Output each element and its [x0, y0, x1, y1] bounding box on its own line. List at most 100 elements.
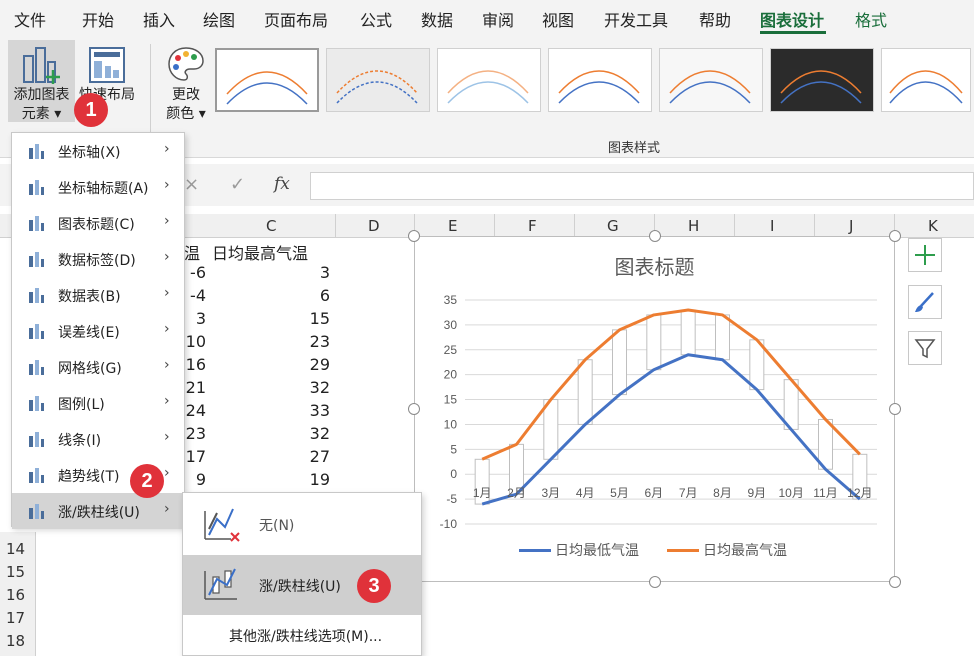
cell-high-temp[interactable]: 32 [280, 424, 330, 443]
tab-insert[interactable]: 插入 [143, 7, 175, 31]
tab-developer[interactable]: 开发工具 [604, 7, 668, 31]
chart-resize-handle[interactable] [889, 576, 901, 588]
chart-style-thumb-5[interactable] [659, 48, 763, 112]
menu-item-chart-title[interactable]: 图表标题(C) › [12, 205, 184, 241]
x-tick-label: 2月 [507, 486, 526, 500]
cell-high-temp[interactable]: 19 [280, 470, 330, 489]
chart-style-thumb-3[interactable] [437, 48, 541, 112]
change-colors-label-2: 颜色 ▾ [166, 106, 206, 122]
add-chart-element-button[interactable]: 添加图表 元素 ▾ [8, 40, 75, 122]
chart-resize-handle[interactable] [889, 403, 901, 415]
cell-high-temp[interactable]: 23 [280, 332, 330, 351]
row-header-17[interactable]: 17 [6, 609, 25, 627]
column-d-header[interactable]: D [368, 217, 380, 235]
tab-view[interactable]: 视图 [542, 7, 574, 31]
column-c-header[interactable]: C [266, 217, 276, 235]
menu-item-label: 网格线(G) [58, 361, 122, 377]
x-tick-label: 9月 [747, 486, 766, 500]
chart-resize-handle[interactable] [889, 230, 901, 242]
cell-high-temp[interactable]: 29 [280, 355, 330, 374]
up-down-bar [646, 314, 662, 371]
brush-icon [915, 292, 934, 312]
tab-help[interactable]: 帮助 [699, 7, 731, 31]
column-f-header[interactable]: F [528, 217, 537, 235]
row-header-18[interactable]: 18 [6, 632, 25, 650]
column-h-header[interactable]: H [688, 217, 699, 235]
menu-item-axis-titles[interactable]: 坐标轴标题(A) › [12, 169, 184, 205]
chart-style-preview-5 [669, 70, 751, 104]
tab-format[interactable]: 格式 [855, 7, 887, 31]
y-tick-label: -5 [446, 492, 457, 506]
row-header-14[interactable]: 14 [6, 540, 25, 558]
chart-style-thumb-6[interactable] [770, 48, 874, 112]
menu-item-error-bars[interactable]: 误差线(E) › [12, 313, 184, 349]
cell-high-temp[interactable]: 33 [280, 401, 330, 420]
menu-item-gridlines[interactable]: 网格线(G) › [12, 349, 184, 385]
tab-formulas[interactable]: 公式 [360, 7, 392, 31]
x-tick-label: 4月 [576, 486, 595, 500]
column-g-header[interactable]: G [607, 217, 619, 235]
column-j-header[interactable]: J [849, 217, 853, 235]
chart-styles-button[interactable] [908, 285, 942, 319]
chart-resize-handle[interactable] [649, 230, 661, 242]
change-colors-button[interactable]: 更改 颜色 ▾ [158, 40, 214, 122]
cell-high-temp[interactable]: 6 [280, 286, 330, 305]
y-tick-label: 35 [444, 293, 458, 307]
menu-bar: 文件 开始 插入 绘图 页面布局 公式 数据 审阅 视图 开发工具 帮助 图表设… [0, 0, 974, 38]
ribbon-separator [150, 44, 151, 144]
menu-item-lines[interactable]: 线条(I) › [12, 421, 184, 457]
legend-icon [29, 396, 44, 411]
formula-input[interactable] [310, 172, 974, 200]
submenu-item-none[interactable]: 无(N) [183, 493, 421, 555]
no-up-down-bars-icon [204, 508, 240, 542]
chart-filters-button[interactable] [908, 331, 942, 365]
chart-style-thumb-4[interactable] [548, 48, 652, 112]
row-header-16[interactable]: 16 [6, 586, 25, 604]
menu-item-legend[interactable]: 图例(L) › [12, 385, 184, 421]
chart-resize-handle[interactable] [408, 403, 420, 415]
cell-c1-header[interactable]: 日均最高气温 [212, 240, 308, 264]
chevron-right-icon: › [164, 393, 170, 409]
chart-elements-button[interactable] [908, 238, 942, 272]
tab-data[interactable]: 数据 [421, 7, 453, 31]
cancel-icon[interactable]: × [184, 174, 199, 195]
function-icon[interactable]: fx [274, 174, 290, 194]
cell-high-temp[interactable]: 3 [280, 263, 330, 282]
cell-high-temp[interactable]: 27 [280, 447, 330, 466]
legend-high-swatch [667, 549, 699, 552]
chart-style-thumb-7[interactable] [881, 48, 971, 112]
column-k-header[interactable]: K [928, 217, 938, 235]
tab-review[interactable]: 审阅 [482, 7, 514, 31]
tab-chart-design[interactable]: 图表设计 [760, 7, 824, 31]
chart-plot[interactable]: 35 30 25 20 15 10 5 0 -5 -10 1月 2月 3月 4月 5月 6月 7月 8月 9月 10月… [415, 237, 894, 581]
tab-file[interactable]: 文件 [14, 7, 46, 31]
column-e-header[interactable]: E [448, 217, 457, 235]
cell-high-temp[interactable]: 32 [280, 378, 330, 397]
chart-style-thumb-1[interactable] [215, 48, 319, 112]
chart-style-thumb-2[interactable] [326, 48, 430, 112]
cell-b1-header[interactable]: 温 [184, 240, 200, 264]
column-i-header[interactable]: I [770, 217, 774, 235]
enter-icon[interactable]: ✓ [230, 174, 245, 195]
chevron-right-icon: › [164, 213, 170, 229]
menu-item-axes[interactable]: 坐标轴(X) › [12, 133, 184, 169]
cell-high-temp[interactable]: 15 [280, 309, 330, 328]
chart-area[interactable]: 图表标题 35 30 25 20 15 10 5 0 -5 -10 1月 2月 3月 4月 5月 6月 7月 8月… [414, 236, 895, 582]
menu-item-data-labels[interactable]: 数据标签(D) › [12, 241, 184, 277]
error-bars-icon [29, 324, 44, 339]
tab-home[interactable]: 开始 [82, 7, 114, 31]
menu-item-data-table[interactable]: 数据表(B) › [12, 277, 184, 313]
series-line-high [481, 308, 861, 461]
menu-item-up-down-bars[interactable]: 涨/跌柱线(U) › [12, 493, 184, 529]
data-table-icon [29, 288, 44, 303]
chart-style-preview-3 [447, 70, 529, 104]
add-chart-element-label: 添加图表 [13, 87, 70, 103]
chevron-right-icon: › [164, 285, 170, 301]
row-header-15[interactable]: 15 [6, 563, 25, 581]
tab-page-layout[interactable]: 页面布局 [264, 7, 328, 31]
x-tick-label: 1月 [473, 486, 492, 500]
chart-resize-handle[interactable] [649, 576, 661, 588]
submenu-item-more-options[interactable]: 其他涨/跌柱线选项(M)... [183, 615, 421, 655]
tab-draw[interactable]: 绘图 [203, 7, 235, 31]
chart-resize-handle[interactable] [408, 230, 420, 242]
